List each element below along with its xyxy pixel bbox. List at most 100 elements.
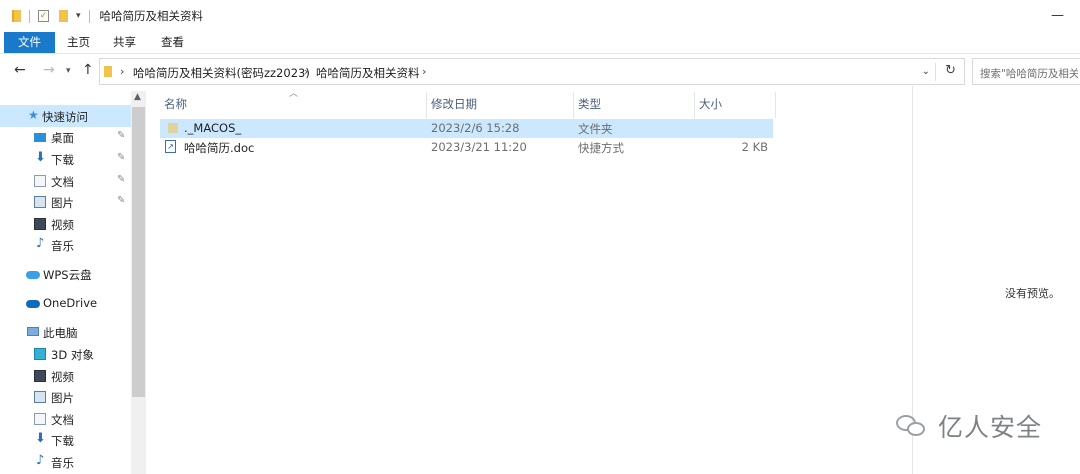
sidebar-item-label: 图片	[51, 391, 74, 405]
folder-icon	[12, 10, 21, 22]
chevron-down-icon[interactable]: ⌄	[922, 66, 930, 77]
breadcrumb-item[interactable]: 哈哈简历及相关资料	[316, 65, 420, 81]
address-bar[interactable]: › 哈哈简历及相关资料(密码zz2023) › 哈哈简历及相关资料 › ⌄ ↻	[99, 58, 965, 85]
picture-icon	[34, 391, 46, 403]
folder-icon	[168, 123, 178, 133]
sidebar-item-desktop[interactable]: 桌面 ✎	[0, 126, 131, 148]
file-modified: 2023/3/21 11:20	[431, 140, 527, 154]
sidebar-item-onedrive[interactable]: OneDrive	[0, 292, 131, 314]
sidebar-item-documents[interactable]: 文档 ✎	[0, 170, 131, 192]
scroll-up-icon[interactable]: ▲	[134, 92, 141, 102]
download-icon: ⬇	[35, 150, 46, 165]
pin-icon[interactable]: ✎	[117, 152, 125, 163]
sidebar-item-label: 图片	[51, 196, 74, 210]
desktop-icon	[34, 133, 46, 142]
sidebar-item-pictures[interactable]: 图片 ✎	[0, 191, 131, 213]
separator	[29, 9, 30, 23]
sidebar-item-label: 下载	[51, 153, 74, 167]
sidebar-item-downloads[interactable]: ⬇ 下载 ✎	[0, 148, 131, 170]
wps-cloud-icon	[26, 271, 40, 279]
sidebar-item-label: 桌面	[51, 131, 74, 145]
sidebar-item-label: OneDrive	[43, 296, 98, 310]
sidebar-item-label: 文档	[51, 175, 74, 189]
search-box[interactable]: 搜索"哈哈简历及相关资料"	[972, 58, 1080, 85]
sidebar-item-wps-cloud[interactable]: WPS云盘	[0, 263, 131, 285]
column-header-modified[interactable]: 修改日期	[427, 91, 573, 119]
sidebar-item-label: 视频	[51, 370, 74, 384]
forward-arrow-icon[interactable]: →	[43, 62, 55, 78]
sidebar-item-3d-objects[interactable]: 3D 对象	[0, 343, 131, 365]
separator	[935, 63, 936, 81]
column-header-label: 名称	[164, 97, 187, 111]
document-icon	[34, 413, 46, 425]
pin-icon[interactable]: ✎	[117, 130, 125, 141]
scrollbar-thumb[interactable]	[132, 107, 145, 397]
sidebar-item-label: 快速访问	[42, 110, 88, 124]
column-header-type[interactable]: 类型	[574, 91, 694, 119]
file-list: ︿ 名称 修改日期 类型 大小 ._MACOS_ 2023/2/6 15:28 …	[147, 86, 912, 474]
chevron-right-icon[interactable]: ›	[422, 65, 426, 78]
sidebar-item-documents[interactable]: 文档	[0, 408, 131, 430]
pin-icon[interactable]: ✎	[117, 174, 125, 185]
sidebar-item-music[interactable]: ♪ 音乐	[0, 234, 131, 256]
sidebar-scrollbar[interactable]: ▲	[131, 91, 146, 474]
onedrive-icon	[26, 300, 40, 308]
tab-share[interactable]: 共享	[113, 32, 136, 53]
column-header-label: 修改日期	[431, 97, 477, 111]
video-icon	[34, 218, 46, 230]
star-icon: ★	[28, 108, 39, 122]
tab-home[interactable]: 主页	[67, 32, 90, 53]
picture-icon	[34, 196, 46, 208]
column-header-name[interactable]: 名称	[160, 91, 426, 119]
column-header-size[interactable]: 大小	[695, 91, 775, 119]
no-preview-message: 没有预览。	[1005, 287, 1060, 300]
column-divider[interactable]	[775, 92, 776, 118]
sidebar-item-videos[interactable]: 视频	[0, 365, 131, 387]
sidebar-item-music[interactable]: ♪ 音乐	[0, 451, 131, 473]
title-bar: ✓ ▾ 哈哈简历及相关资料 —	[0, 0, 1080, 32]
back-arrow-icon[interactable]: ←	[14, 62, 26, 78]
search-input[interactable]: 搜索"哈哈简历及相关资料"	[980, 66, 1078, 81]
sidebar-item-label: 3D 对象	[51, 348, 94, 362]
recent-locations-chevron-icon[interactable]: ▾	[66, 66, 71, 76]
computer-icon	[27, 327, 39, 336]
file-name: 哈哈简历.doc	[184, 141, 255, 155]
minimize-button[interactable]: —	[1051, 8, 1064, 23]
file-modified: 2023/2/6 15:28	[431, 121, 520, 135]
tab-view[interactable]: 查看	[161, 32, 184, 53]
file-type: 快捷方式	[578, 141, 624, 155]
video-icon	[34, 370, 46, 382]
sidebar-item-videos[interactable]: 视频	[0, 213, 131, 235]
sidebar-item-label: 下载	[51, 434, 74, 448]
file-row[interactable]: ↗ 哈哈简历.doc 2023/3/21 11:20 快捷方式 2 KB	[160, 138, 773, 157]
tab-file[interactable]: 文件	[4, 32, 55, 53]
music-icon: ♪	[36, 236, 45, 251]
separator	[88, 9, 90, 23]
wechat-logo-icon	[894, 411, 930, 441]
sidebar-item-quick-access[interactable]: ★ 快速访问	[0, 105, 131, 127]
sidebar-item-this-pc[interactable]: 此电脑	[0, 321, 131, 343]
file-row[interactable]: ._MACOS_ 2023/2/6 15:28 文件夹	[160, 119, 773, 138]
sidebar-item-label: 文档	[51, 413, 74, 427]
column-header-label: 类型	[578, 97, 601, 111]
up-arrow-icon[interactable]: ↑	[82, 62, 94, 78]
file-size: 2 KB	[741, 140, 768, 154]
refresh-icon[interactable]: ↻	[945, 63, 956, 78]
sidebar-item-downloads[interactable]: ⬇ 下载	[0, 429, 131, 451]
navigation-pane: ★ 快速访问 桌面 ✎ ⬇ 下载 ✎ 文档 ✎ 图片 ✎ 视频 ♪ 音乐 WPS…	[0, 91, 146, 474]
chevron-right-icon[interactable]: ›	[120, 65, 124, 78]
navigation-bar: ← → ▾ ↑ › 哈哈简历及相关资料(密码zz2023) › 哈哈简历及相关资…	[0, 58, 1080, 86]
chevron-right-icon[interactable]: ›	[304, 65, 308, 78]
sidebar-item-label: 视频	[51, 218, 74, 232]
sidebar-item-label: WPS云盘	[43, 268, 92, 282]
customize-quick-access-icon[interactable]: ▾	[76, 11, 81, 21]
new-folder-icon[interactable]	[59, 10, 68, 22]
file-type: 文件夹	[578, 122, 613, 136]
pin-icon[interactable]: ✎	[117, 195, 125, 206]
folder-icon	[104, 66, 112, 77]
breadcrumb-item[interactable]: 哈哈简历及相关资料(密码zz2023)	[133, 65, 310, 81]
sidebar-item-pictures[interactable]: 图片	[0, 386, 131, 408]
properties-icon[interactable]: ✓	[38, 10, 49, 22]
sidebar-item-label: 此电脑	[43, 326, 78, 340]
download-icon: ⬇	[35, 431, 46, 446]
